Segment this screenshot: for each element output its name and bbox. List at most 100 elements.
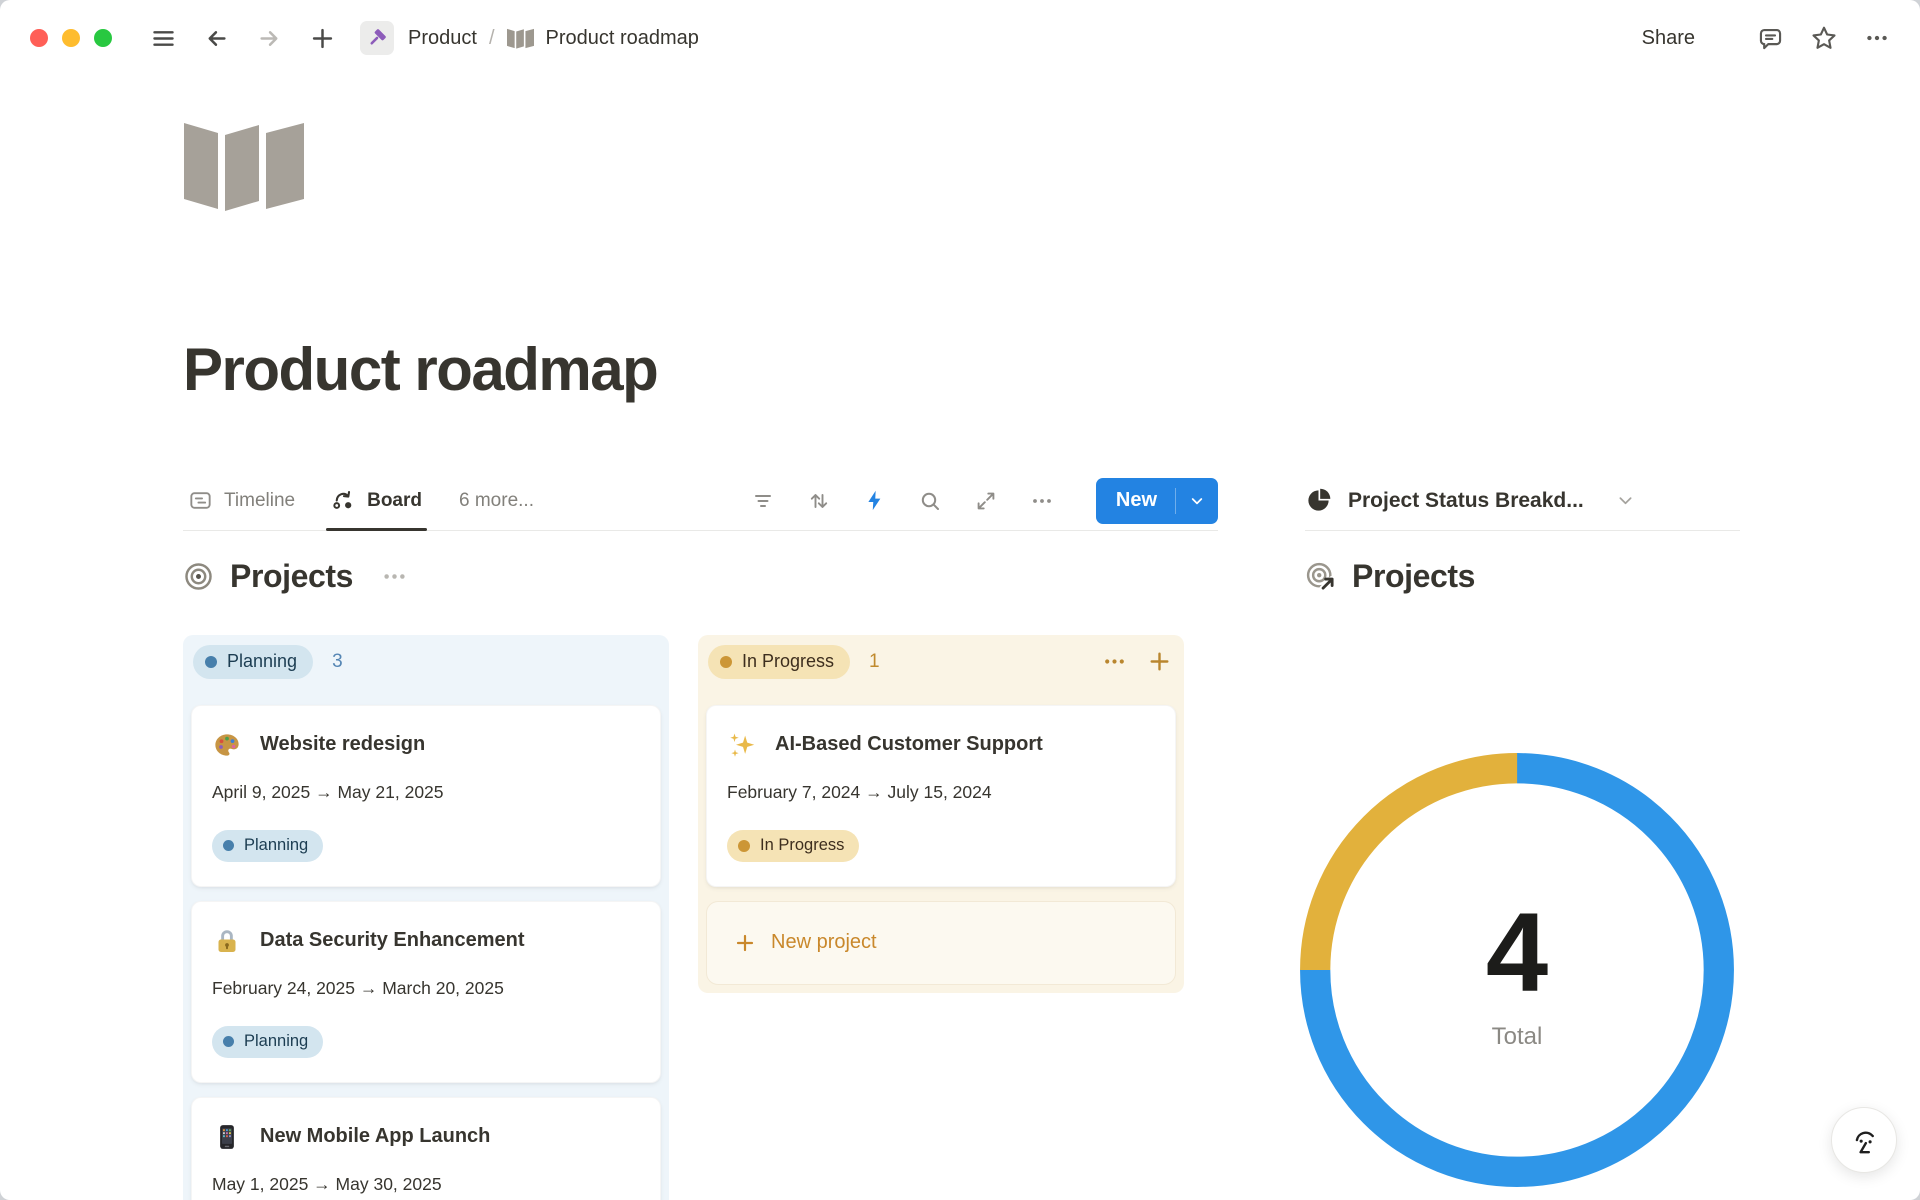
back-arrow-icon[interactable] [203,25,230,52]
topbar: Product / Product roadmap Share [0,0,1920,76]
more-views[interactable]: 6 more... [453,490,540,512]
breadcrumb-workspace[interactable]: Product [408,27,477,50]
card-title: New Mobile App Launch [260,1125,490,1148]
status-dot [720,656,732,668]
mobile-phone-icon [212,1122,242,1152]
favorite-star-icon[interactable] [1810,24,1838,52]
card-dates: April 9, 2025 → May 21, 2025 [212,780,640,804]
view-more-icon[interactable] [1030,489,1054,513]
new-tab-plus-icon[interactable] [309,25,336,52]
view-toolbar: New [751,478,1218,524]
donut-total-label: Total [1492,1023,1543,1051]
column-planning: Planning 3 [183,635,669,1200]
card-dates: February 7, 2024 → July 15, 2024 [727,780,1155,804]
board-icon [331,488,356,513]
sparkles-icon [727,730,757,760]
tab-board[interactable]: Board [326,472,427,530]
comments-icon[interactable] [1757,25,1784,52]
board-projects-title: Projects [230,558,353,595]
tab-board-label: Board [367,490,422,512]
page-map-icon-small [507,28,534,49]
content-grid: Timeline Board 6 more... [183,472,1920,1200]
new-project-button[interactable]: New project [706,901,1176,985]
workspace-hammer-icon[interactable] [360,21,394,55]
minimize-window-button[interactable] [62,29,80,47]
notion-ai-button[interactable] [1831,1107,1897,1173]
linked-target-icon [1305,561,1336,592]
search-icon[interactable] [918,489,942,513]
donut-total-value: 4 [1486,897,1548,1009]
share-button[interactable]: Share [1636,23,1701,54]
chart-tab-label: Project Status Breakd... [1348,489,1584,513]
notion-window: Product / Product roadmap Share [0,0,1920,1200]
board-projects-header: Projects [183,557,1218,597]
chevron-down-icon[interactable] [1616,491,1635,510]
kanban-board: Planning 3 [183,635,1218,1200]
topbar-actions: Share [1636,23,1890,54]
automation-zap-icon[interactable] [863,489,886,512]
palette-icon [212,730,242,760]
donut-center: 4 Total [1295,748,1739,1192]
sort-icon[interactable] [807,489,831,513]
in-progress-group-pill[interactable]: In Progress [708,645,850,679]
card-website-redesign[interactable]: Website redesign April 9, 2025 → May 21,… [191,705,661,887]
plus-icon [733,931,757,955]
page-map-icon[interactable] [183,120,305,212]
timeline-icon [191,493,209,508]
card-title: Website redesign [260,733,425,756]
tab-timeline-label: Timeline [224,490,295,512]
page-title[interactable]: Product roadmap [183,332,1920,408]
card-data-security[interactable]: Data Security Enhancement February 24, 2… [191,901,661,1083]
breadcrumb: Product / Product roadmap [394,27,699,50]
in-progress-count: 1 [869,651,880,673]
chart-tab-row: Project Status Breakd... [1305,472,1740,531]
zoom-window-button[interactable] [94,29,112,47]
status-dot [223,840,234,851]
card-ai-customer-support[interactable]: AI-Based Customer Support February 7, 20… [706,705,1176,887]
card-dates: February 24, 2025 → March 20, 2025 [212,976,640,1000]
expand-icon[interactable] [974,489,998,513]
filter-icon[interactable] [751,489,775,513]
column-more-icon[interactable] [1102,649,1127,674]
new-button[interactable]: New [1096,478,1175,524]
target-icon [183,561,214,592]
forward-arrow-icon[interactable] [256,25,283,52]
card-status-pill: In Progress [727,830,859,862]
status-dot [223,1036,234,1047]
chart-view-tab[interactable]: Project Status Breakd... [1305,487,1635,514]
card-status-pill: Planning [212,830,323,862]
card-mobile-app[interactable]: New Mobile App Launch May 1, 2025 → May … [191,1097,661,1200]
breadcrumb-separator: / [477,27,507,50]
chart-projects-header: Projects [1305,557,1740,597]
pie-chart-icon [1305,487,1332,514]
status-donut-chart: 4 Total [1295,748,1739,1192]
column-in-progress: In Progress 1 [698,635,1184,993]
status-dot [738,840,750,852]
card-title: Data Security Enhancement [260,929,525,952]
column-planning-header: Planning 3 [191,645,661,679]
card-dates: May 1, 2025 → May 30, 2025 [212,1172,640,1196]
view-tabs-row: Timeline Board 6 more... [183,472,1218,531]
status-dot [205,656,217,668]
more-options-icon[interactable] [1864,25,1890,51]
breadcrumb-page[interactable]: Product roadmap [546,27,699,50]
chart-projects-title: Projects [1352,558,1475,595]
card-status-pill: Planning [212,1026,323,1058]
lock-icon [212,926,242,956]
planning-group-pill[interactable]: Planning [193,645,313,679]
traffic-lights [30,29,112,47]
sidebar-menu-icon[interactable] [150,25,177,52]
board-section: Timeline Board 6 more... [183,472,1218,1200]
tab-timeline[interactable]: Timeline [183,472,300,530]
board-projects-more-icon[interactable] [381,563,408,590]
new-button-chevron[interactable] [1176,478,1218,524]
close-window-button[interactable] [30,29,48,47]
chart-section: Project Status Breakd... [1305,472,1740,1200]
card-title: AI-Based Customer Support [775,733,1043,756]
column-in-progress-header: In Progress 1 [706,645,1176,679]
ai-face-icon [1847,1123,1881,1157]
planning-count: 3 [332,651,343,673]
new-button-group: New [1096,478,1218,524]
page-body: Product roadmap Timeline [0,120,1920,1200]
column-add-icon[interactable] [1147,649,1172,674]
